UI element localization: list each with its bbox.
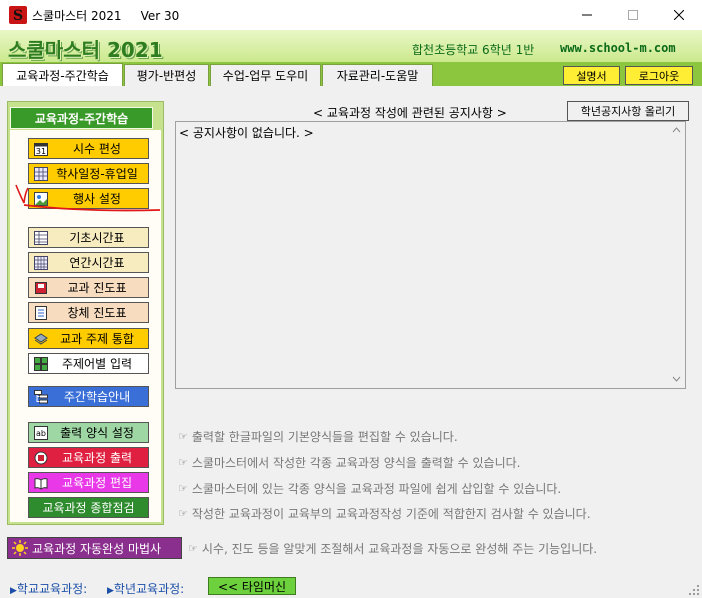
info-line-check: ☞ 작성한 교육과정이 교육부의 교육과정작성 기준에 적합한지 검사할 수 있습… — [178, 507, 591, 521]
svg-text:ab: ab — [36, 429, 46, 438]
maximize-button[interactable] — [610, 0, 656, 30]
table-icon — [34, 230, 48, 245]
calendar-grid-icon — [34, 166, 48, 181]
status-bar — [0, 573, 702, 598]
table-grid-icon — [34, 255, 48, 270]
pointing-hand-icon: ☞ — [188, 542, 198, 555]
notice-content: < 공지사항이 없습니다. > — [179, 126, 314, 140]
sidebar-btn-curriculum-edit[interactable]: 교육과정 편집 — [28, 472, 149, 493]
grade-curriculum-link[interactable]: ▶학년교육과정: — [107, 580, 184, 597]
tab-data-help[interactable]: 자료관리-도움말 — [322, 64, 433, 86]
calendar-31-icon: 31 — [34, 142, 48, 156]
notice-title: < 교육과정 작성에 관련된 공지사항 > — [313, 106, 507, 120]
wizard-description: ☞ 시수, 진도 등을 알맞게 조절해서 교육과정을 자동으로 완성해 주는 기능… — [188, 542, 598, 556]
time-machine-button[interactable]: << 타임머신 — [208, 577, 296, 595]
app-logo-icon: S — [9, 6, 27, 24]
sidebar-btn-creative-progress[interactable]: 창체 진도표 — [28, 302, 149, 323]
tab-curriculum-weekly[interactable]: 교육과정-주간학습 — [2, 63, 123, 86]
website-url: www.school-m.com — [560, 41, 676, 55]
red-checkmark-annotation — [15, 184, 161, 212]
tab-evaluation-class[interactable]: 평가-반편성 — [124, 64, 209, 86]
play-arrow-icon: ▶ — [107, 586, 114, 596]
title-bar: S 스쿨마스터 2021 Ver 30 — [0, 0, 702, 30]
layers-icon — [34, 332, 48, 346]
sidebar-btn-subject-integration[interactable]: 교과 주제 통합 — [28, 328, 149, 349]
sidebar-btn-output-format[interactable]: ab 출력 양식 설정 — [28, 422, 149, 443]
sidebar-btn-annual-timetable[interactable]: 연간시간표 — [28, 252, 149, 273]
sidebar-btn-weekly-guide[interactable]: 주간학습안내 — [28, 386, 149, 407]
pointing-hand-icon: ☞ — [178, 482, 188, 495]
info-line-print: ☞ 스쿨마스터에서 작성한 각종 교육과정 양식을 출력할 수 있습니다. — [178, 456, 521, 470]
school-class-label: 합천초등학교 6학년 1반 — [412, 43, 535, 57]
scrollbar-arrows-icon — [672, 127, 681, 382]
book-open-icon — [34, 476, 48, 490]
pointing-hand-icon: ☞ — [178, 456, 188, 469]
minimize-button[interactable] — [564, 0, 610, 30]
school-curriculum-link[interactable]: ▶학교교육과정: — [10, 580, 87, 597]
tree-icon — [34, 389, 48, 404]
sidebar-btn-subject-progress[interactable]: 교과 진도표 — [28, 277, 149, 298]
svg-text:31: 31 — [36, 147, 46, 156]
sun-icon — [12, 540, 30, 556]
maximize-icon — [628, 10, 638, 20]
main-tab-bar: 교육과정-주간학습 평가-반편성 수업-업무 도우미 자료관리-도움말 설명서 … — [0, 62, 702, 86]
print-icon — [34, 451, 48, 465]
notice-scrollbar[interactable] — [668, 122, 685, 388]
info-line-output-format: ☞ 출력할 한글파일의 기본양식들을 편집할 수 있습니다. — [178, 430, 458, 444]
banner-logo: 스쿨마스터 2021 — [8, 38, 163, 62]
info-line-edit: ☞ 스쿨마스터에 있는 각종 양식을 교육과정 파일에 쉽게 삽입할 수 있습니다… — [178, 482, 562, 496]
sidebar-btn-basic-timetable[interactable]: 기초시간표 — [28, 227, 149, 248]
tab-class-work-helper[interactable]: 수업-업무 도우미 — [210, 64, 321, 86]
sidebar-btn-curriculum-print[interactable]: 교육과정 출력 — [28, 447, 149, 468]
notice-textarea[interactable]: < 공지사항이 없습니다. > — [175, 121, 686, 389]
close-icon — [674, 10, 684, 20]
list-icon — [34, 305, 48, 320]
pointing-hand-icon: ☞ — [178, 430, 188, 443]
book-icon — [34, 281, 48, 295]
close-button[interactable] — [656, 0, 702, 30]
text-ab-icon: ab — [34, 425, 48, 440]
sidebar-btn-academic-schedule[interactable]: 학사일정-휴업일 — [28, 163, 149, 184]
minimize-icon — [582, 14, 592, 16]
grid-icon — [34, 356, 48, 371]
resize-grip-icon[interactable] — [688, 584, 700, 596]
sidebar-btn-keyword-input[interactable]: 주제어별 입력 — [28, 353, 149, 374]
sidebar-btn-curriculum-check[interactable]: 교육과정 종합점검 — [28, 497, 149, 518]
app-banner: 스쿨마스터 2021 합천초등학교 6학년 1반 www.school-m.co… — [0, 30, 702, 62]
sidebar-btn-hours[interactable]: 31 시수 편성 — [28, 138, 149, 159]
window-title: 스쿨마스터 2021 Ver 30 — [32, 9, 180, 23]
pointing-hand-icon: ☞ — [178, 507, 188, 520]
logout-button[interactable]: 로그아웃 — [625, 66, 693, 85]
upload-grade-notice-button[interactable]: 학년공지사항 올리기 — [567, 101, 689, 121]
auto-complete-wizard-button[interactable]: 교육과정 자동완성 마법사 — [7, 537, 182, 559]
sidebar-header: 교육과정-주간학습 — [10, 107, 153, 129]
manual-button[interactable]: 설명서 — [563, 66, 620, 85]
svg-text:S: S — [13, 8, 23, 24]
play-arrow-icon: ▶ — [10, 586, 17, 596]
